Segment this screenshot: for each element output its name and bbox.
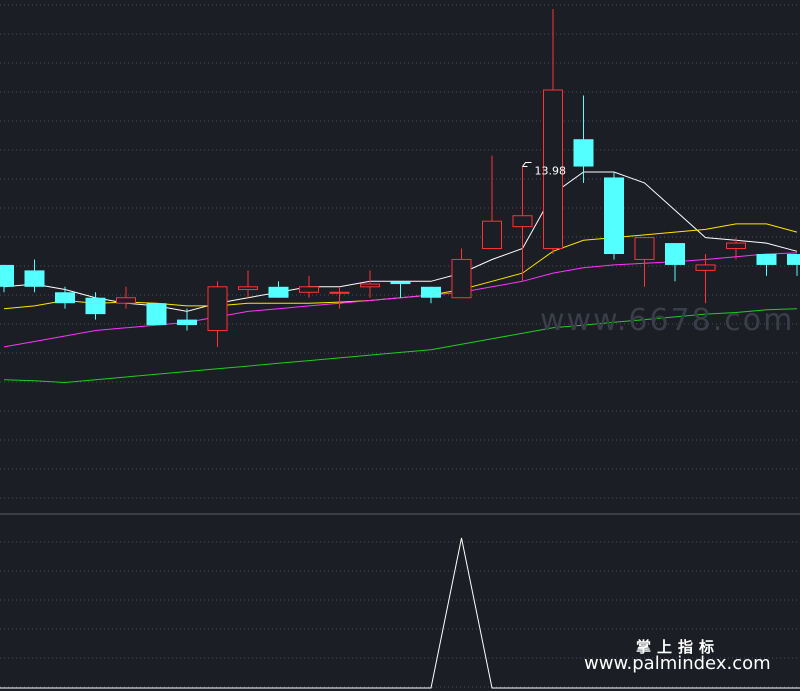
candle-body xyxy=(665,243,685,265)
candle-body xyxy=(207,286,228,332)
candle-body xyxy=(116,297,136,304)
candle-body xyxy=(55,292,75,304)
candle-body xyxy=(329,291,350,294)
candle-body xyxy=(726,242,746,250)
candle-body xyxy=(573,139,594,167)
candle-body xyxy=(390,281,411,285)
candle-body xyxy=(299,286,319,293)
candle-body xyxy=(512,215,533,228)
candle-body xyxy=(787,254,800,265)
candle-body xyxy=(360,283,380,288)
candle-body xyxy=(238,286,258,291)
candle-body xyxy=(421,286,441,298)
candlesticks xyxy=(0,9,800,347)
moving-average-lines xyxy=(3,171,798,384)
candle-body xyxy=(0,264,14,287)
high-marker-icon xyxy=(522,162,532,168)
candle-body xyxy=(634,237,655,260)
high-price-label: 13.98 xyxy=(535,165,567,178)
candle-body xyxy=(268,286,289,298)
high-annotation: 13.98 xyxy=(522,162,567,178)
candle-body xyxy=(695,264,716,271)
candle-body xyxy=(85,297,106,315)
brand-watermark-url: www.palmindex.com xyxy=(584,653,771,674)
candle-body xyxy=(177,319,197,326)
candle-body xyxy=(146,303,167,326)
candle-body xyxy=(604,177,624,254)
candle-body xyxy=(756,254,777,265)
center-watermark: www.6678.com xyxy=(540,303,795,338)
candle-body xyxy=(482,220,502,250)
chart-canvas: 13.98 xyxy=(0,4,800,689)
candle-body xyxy=(451,258,472,299)
candle-body xyxy=(24,270,45,287)
gridlines xyxy=(0,4,800,688)
